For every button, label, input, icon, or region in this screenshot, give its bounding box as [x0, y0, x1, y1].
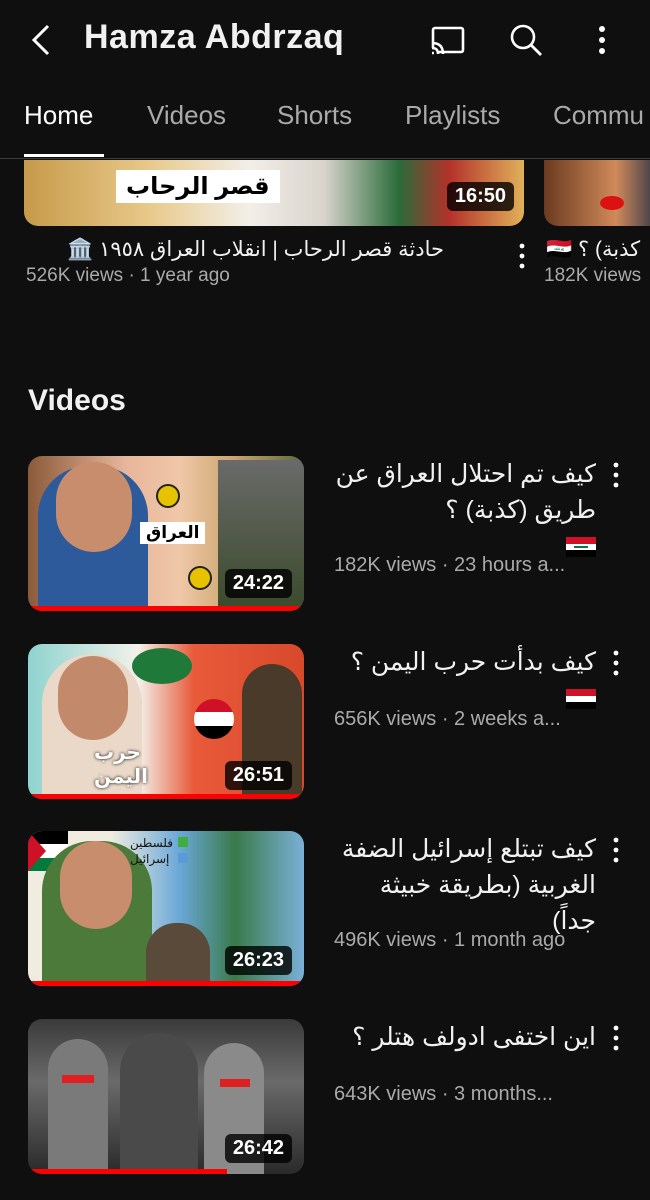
active-tab-indicator [24, 154, 104, 157]
thumbnail-label: حرب [94, 742, 141, 764]
app-header: Hamza Abdrzaq [0, 0, 650, 80]
channel-tabs: Home Videos Shorts Playlists Commu [0, 90, 650, 159]
section-title: Videos [28, 384, 126, 417]
tab-home[interactable]: Home [24, 100, 93, 131]
thumbnail-label: اليمن [94, 766, 148, 788]
thumbnail-label: العراق [140, 522, 206, 544]
map-legend-label: إسرائيل [130, 852, 170, 866]
channel-title: Hamza Abdrzaq [84, 18, 345, 56]
tab-community[interactable]: Commu [553, 100, 644, 131]
thumbnail-face [56, 462, 132, 552]
more-vert-icon[interactable] [606, 648, 626, 678]
duration-badge: 26:51 [224, 761, 292, 790]
more-vert-icon[interactable] [606, 1023, 626, 1053]
radiation-icon [188, 566, 212, 590]
duration-badge: 24:22 [224, 569, 292, 598]
video-meta: 656K views · 2 weeks a... [334, 708, 561, 730]
duration-badge: 16:50 [446, 182, 514, 211]
duration-badge: 26:42 [224, 1134, 292, 1163]
tab-videos[interactable]: Videos [147, 100, 226, 131]
video-meta: 182K views [544, 265, 642, 286]
thumbnail-flag-blob [132, 648, 192, 684]
thumbnail-person [146, 923, 210, 986]
radiation-icon [156, 484, 180, 508]
duration-badge: 26:23 [224, 946, 292, 975]
tab-shorts[interactable]: Shorts [277, 100, 352, 131]
yemen-flag-icon [194, 699, 234, 739]
thumbnail-person [120, 1033, 198, 1174]
thumbnail-red-mark [600, 196, 624, 210]
thumbnail-face [58, 656, 128, 740]
tab-playlists[interactable]: Playlists [405, 100, 500, 131]
more-vert-icon[interactable] [606, 460, 626, 490]
video-thumbnail[interactable] [544, 160, 650, 226]
thumbnail-caption: قصر الرحاب [116, 170, 280, 203]
video-meta: 182K views · 23 hours a... [334, 554, 566, 576]
watch-progress-bar [28, 981, 304, 986]
video-title[interactable]: حادثة قصر الرحاب | انقلاب العراق ١٩٥٨ 🏛️ [24, 237, 444, 262]
video-title[interactable]: اين اختفى ادولف هتلر ؟ [334, 1019, 596, 1055]
video-thumbnail[interactable]: العراق 24:22 [28, 456, 304, 611]
cast-icon[interactable] [428, 20, 468, 60]
legend-swatch [178, 853, 188, 863]
thumbnail-red-eyes [62, 1075, 94, 1083]
yemen-flag-icon [566, 689, 596, 710]
video-thumbnail[interactable]: قصر الرحاب 16:50 [24, 160, 524, 226]
thumbnail-face [60, 841, 132, 929]
watch-progress-bar [28, 1169, 227, 1174]
video-title[interactable]: كيف تم احتلال العراق عن طريق (كذبة) ؟ [334, 456, 596, 564]
video-meta: 526K views · 1 year ago [26, 265, 230, 286]
video-thumbnail[interactable]: حرب اليمن 26:51 [28, 644, 304, 799]
video-thumbnail[interactable]: 26:42 [28, 1019, 304, 1174]
video-meta: 496K views · 1 month ago [334, 929, 566, 951]
more-vert-icon[interactable] [582, 20, 622, 60]
map-legend-label: فلسطين [130, 836, 174, 850]
back-arrow-icon[interactable] [24, 22, 60, 58]
video-thumbnail[interactable]: فلسطين إسرائيل 26:23 [28, 831, 304, 986]
watch-progress-bar [28, 606, 304, 611]
thumbnail-red-eyes [220, 1079, 250, 1087]
video-title[interactable]: كذبة) ؟ 🇮🇶 [546, 237, 640, 262]
legend-swatch [178, 837, 188, 847]
search-icon[interactable] [506, 20, 546, 60]
thumbnail-person [48, 1039, 108, 1174]
video-title[interactable]: كيف تبتلع إسرائيل الضفة الغربية (بطريقة … [334, 831, 596, 939]
more-vert-icon[interactable] [606, 835, 626, 865]
watch-progress-bar [28, 794, 304, 799]
more-vert-icon[interactable] [512, 241, 532, 271]
video-title[interactable]: كيف بدأت حرب اليمن ؟ [334, 644, 596, 716]
video-meta: 643K views · 3 months... [334, 1083, 553, 1105]
